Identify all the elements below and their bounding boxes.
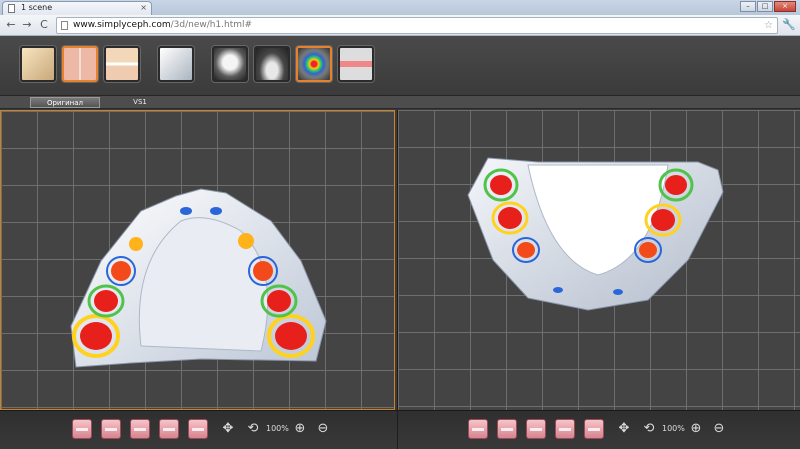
jaw-bottom-view-icon[interactable]	[584, 419, 604, 439]
browser-tab[interactable]: 1 scene ×	[2, 1, 152, 15]
viewport-left[interactable]	[0, 110, 395, 410]
view-1-button[interactable]	[20, 46, 56, 82]
occlusion-button[interactable]	[338, 46, 374, 82]
lower-jaw-model	[467, 157, 724, 311]
page-icon	[8, 4, 15, 13]
zoom-in-icon[interactable]: ⊕	[290, 419, 310, 439]
tooth-model-button[interactable]	[212, 46, 248, 82]
bookmark-star-icon[interactable]: ☆	[764, 18, 773, 33]
controls-bar-left: ✥ ⟲ 100% ⊕ ⊖	[0, 410, 400, 449]
jaw-top-view-icon[interactable]	[159, 419, 179, 439]
view-split-vertical-button[interactable]	[62, 46, 98, 82]
view-split-horizontal-button[interactable]	[104, 46, 140, 82]
reload-button[interactable]: C	[37, 18, 51, 32]
heatmap-button[interactable]	[296, 46, 332, 82]
jaw-left-view-icon[interactable]	[526, 419, 546, 439]
url-path: /3d/new/h1.html#	[170, 20, 253, 30]
controls-bar-right: ✥ ⟲ 100% ⊕ ⊖	[397, 410, 800, 449]
tab-title: 1 scene	[21, 3, 53, 12]
wrench-menu-icon[interactable]: 🔧	[782, 18, 796, 31]
jaw-front-view-icon[interactable]	[72, 419, 92, 439]
zoom-out-icon[interactable]: ⊖	[709, 419, 729, 439]
jaw-front-view-icon[interactable]	[468, 419, 488, 439]
tab-close-icon[interactable]: ×	[140, 2, 147, 14]
page-icon	[61, 21, 68, 30]
zoom-out-icon[interactable]: ⊖	[313, 419, 333, 439]
view-single-button[interactable]	[158, 46, 194, 82]
minimize-button[interactable]: –	[740, 1, 756, 12]
view-tabs: Оригинал VS1	[0, 96, 800, 109]
browser-tab-bar: 1 scene × – □ ×	[0, 0, 800, 15]
move-icon[interactable]: ✥	[218, 419, 238, 439]
jaw-bottom-view-icon[interactable]	[188, 419, 208, 439]
rotate-icon[interactable]: ⟲	[243, 419, 263, 439]
zoom-100-icon[interactable]: 100%	[662, 419, 685, 439]
forward-button[interactable]: →	[20, 18, 34, 32]
zoom-100-icon[interactable]: 100%	[266, 419, 289, 439]
tab-original[interactable]: Оригинал	[30, 97, 100, 108]
close-window-button[interactable]: ×	[774, 1, 796, 12]
app-toolbar	[0, 36, 800, 96]
window-controls: – □ ×	[740, 1, 796, 12]
jaw-top-view-icon[interactable]	[555, 419, 575, 439]
zoom-in-icon[interactable]: ⊕	[686, 419, 706, 439]
url-host: www.simplyceph.com	[73, 20, 171, 30]
upper-jaw-model	[70, 188, 327, 368]
back-button[interactable]: ←	[4, 18, 18, 32]
jaw-model-button[interactable]	[254, 46, 290, 82]
rotate-icon[interactable]: ⟲	[639, 419, 659, 439]
jaw-left-view-icon[interactable]	[130, 419, 150, 439]
tab-vs1[interactable]: VS1	[120, 97, 160, 108]
viewport-right[interactable]	[397, 110, 800, 410]
jaw-back-view-icon[interactable]	[101, 419, 121, 439]
maximize-button[interactable]: □	[757, 1, 773, 12]
jaw-back-view-icon[interactable]	[497, 419, 517, 439]
browser-toolbar: ← → C www.simplyceph.com/3d/new/h1.html#…	[0, 15, 800, 36]
address-bar[interactable]: www.simplyceph.com/3d/new/h1.html# ☆	[56, 17, 778, 34]
move-icon[interactable]: ✥	[614, 419, 634, 439]
